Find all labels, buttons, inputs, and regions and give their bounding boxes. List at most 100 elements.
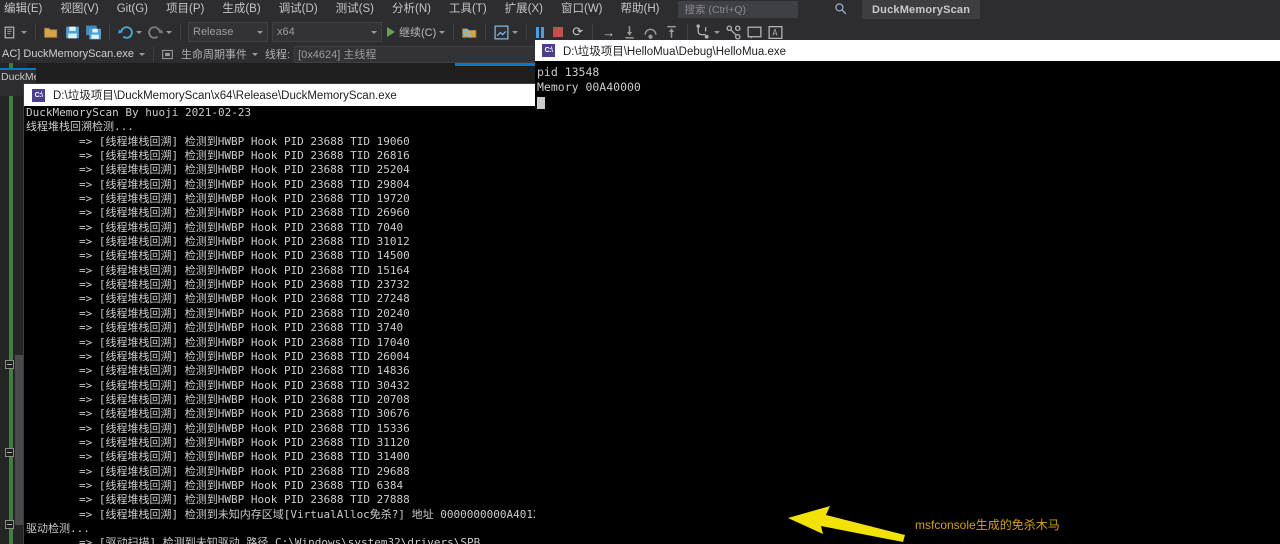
immediate-window-icon[interactable]: A (767, 24, 784, 41)
console-app-icon: C:\ (32, 88, 45, 102)
console-hook-line: => [线程堆栈回溯] 检测到HWBP Hook PID 23688 TID 1… (26, 335, 410, 349)
continue-label: 继续(C) (399, 27, 437, 39)
console-output-line: Memory 00A40000 (537, 80, 641, 94)
show-next-statement-icon[interactable]: → (602, 25, 615, 40)
continue-dropdown-icon[interactable] (439, 30, 446, 34)
lifecycle-dropdown-icon[interactable] (252, 52, 259, 56)
step-into-icon[interactable] (621, 24, 638, 41)
continue-button[interactable]: 继续(C) (387, 24, 436, 40)
console-hook-line: => [线程堆栈回溯] 检测到HWBP Hook PID 23688 TID 2… (26, 278, 410, 292)
redo-icon[interactable] (147, 24, 164, 41)
console-title-text: D:\垃圾项目\DuckMemoryScan\x64\Release\DuckM… (53, 90, 397, 102)
toolbar-separator (35, 24, 36, 40)
lifecycle-events-icon[interactable] (161, 48, 174, 61)
console-section-header: 驱动检测... (26, 521, 90, 535)
toolbar-separator (592, 24, 594, 40)
scrollbar-thumb[interactable] (15, 355, 24, 525)
save-all-icon[interactable] (85, 24, 102, 41)
console-hook-line: => [线程堆栈回溯] 检测到HWBP Hook PID 23688 TID 1… (26, 192, 410, 206)
undo-icon[interactable] (117, 24, 134, 41)
console-app-icon: C:\ (542, 44, 555, 57)
console-hook-line: => [线程堆栈回溯] 检测到HWBP Hook PID 23688 TID 3… (26, 321, 404, 335)
navigate-backward-icon[interactable] (2, 24, 19, 41)
play-icon (387, 27, 395, 37)
menu-item-analyze[interactable]: 分析(N) (383, 0, 440, 19)
debug-process-value[interactable]: AC] DuckMemoryScan.exe (2, 48, 134, 60)
menu-item-build[interactable]: 生成(B) (213, 0, 269, 19)
code-fold-toggle[interactable] (5, 448, 14, 457)
console-hook-line: => [线程堆栈回溯] 检测到HWBP Hook PID 23688 TID 2… (26, 349, 410, 363)
console-header-line: 线程堆栈回溯检测... (26, 120, 134, 134)
console-hook-line: => [线程堆栈回溯] 检测到HWBP Hook PID 23688 TID 2… (26, 177, 410, 191)
menu-item-git[interactable]: Git(G) (108, 0, 157, 19)
stop-debugging-button[interactable] (553, 27, 564, 37)
menu-item-debug[interactable]: 调试(D) (270, 0, 327, 19)
active-tab-underline (455, 63, 540, 66)
solution-tab-title[interactable]: DuckMemoryScan (862, 0, 981, 19)
code-fold-toggle[interactable] (5, 360, 14, 369)
search-icon[interactable] (834, 2, 848, 16)
code-fold-toggle[interactable] (5, 520, 14, 529)
svg-text:A: A (773, 28, 778, 38)
restart-icon[interactable]: ⟳ (572, 24, 583, 40)
menu-item-view[interactable]: 视图(V) (51, 0, 107, 19)
solution-configuration-select[interactable]: Release (188, 22, 268, 42)
console-hook-line: => [线程堆栈回溯] 检测到HWBP Hook PID 23688 TID 3… (26, 450, 410, 464)
editor-tab-label: DuckMemoryS (1, 71, 36, 83)
step-over-icon[interactable] (642, 24, 659, 41)
console-hook-line: => [线程堆栈回溯] 检测到HWBP Hook PID 23688 TID 1… (26, 421, 410, 435)
toolbar-separator (153, 46, 155, 62)
console-output-area[interactable]: DuckMemoryScan By huoji 2021-02-23 线程堆栈回溯… (24, 106, 540, 544)
console-hook-line: => [线程堆栈回溯] 检测到HWBP Hook PID 23688 TID 7… (26, 220, 404, 234)
toolbar-separator (687, 24, 689, 40)
console-hook-line: => [线程堆栈回溯] 检测到HWBP Hook PID 23688 TID 1… (26, 134, 410, 148)
console-hook-line: => [线程堆栈回溯] 检测到HWBP Hook PID 23688 TID 2… (26, 206, 410, 220)
console-hook-line: => [线程堆栈回溯] 检测到HWBP Hook PID 23688 TID 2… (26, 149, 410, 163)
console-hook-line: => [线程堆栈回溯] 检测到HWBP Hook PID 23688 TID 2… (26, 306, 410, 320)
navigate-dropdown-icon[interactable] (21, 30, 27, 34)
open-file-icon[interactable] (43, 24, 60, 41)
console-hook-line: => [线程堆栈回溯] 检测到HWBP Hook PID 23688 TID 6… (26, 478, 404, 492)
toolbar-separator (109, 24, 110, 40)
process-dropdown-icon[interactable] (139, 52, 146, 56)
console-alert-line: => [线程堆栈回溯] 检测到未知内存区域[VirtualAlloc免杀?] 地… (78, 507, 540, 521)
console-hook-line: => [线程堆栈回溯] 检测到HWBP Hook PID 23688 TID 3… (26, 435, 410, 449)
menu-bar: 编辑(E) 视图(V) Git(G) 项目(P) 生成(B) 调试(D) 测试(… (0, 0, 1280, 19)
console-window-duckmemoryscan[interactable]: C:\ D:\垃圾项目\DuckMemoryScan\x64\Release\D… (24, 84, 540, 544)
attach-to-process-icon[interactable] (461, 24, 478, 41)
threads-dropdown-icon[interactable] (714, 30, 721, 34)
break-all-button[interactable] (536, 26, 545, 38)
solution-platform-select[interactable]: x64 (272, 22, 382, 42)
menu-item-window[interactable]: 窗口(W) (552, 0, 612, 19)
menu-item-extensions[interactable]: 扩展(X) (496, 0, 552, 19)
threads-icon[interactable] (695, 23, 712, 41)
console-window-hellomua[interactable]: C:\ D:\垃圾项目\HelloMua\Debug\HelloMua.exe … (535, 40, 1280, 544)
parallel-stacks-icon[interactable] (725, 24, 742, 41)
search-input[interactable]: 搜索 (Ctrl+Q) (678, 1, 799, 18)
console-output-line: pid 13548 (537, 65, 600, 79)
screenshot-icon[interactable] (493, 24, 510, 41)
lifecycle-events-label[interactable]: 生命周期事件 (181, 46, 247, 62)
console-titlebar[interactable]: C:\ D:\垃圾项目\DuckMemoryScan\x64\Release\D… (24, 84, 540, 106)
menu-item-tools[interactable]: 工具(T) (440, 0, 496, 19)
undo-dropdown-icon[interactable] (136, 30, 142, 34)
console-titlebar[interactable]: C:\ D:\垃圾项目\HelloMua\Debug\HelloMua.exe (535, 40, 1280, 61)
console-output-area[interactable]: pid 13548 Memory 00A40000 (535, 61, 1280, 544)
screenshot-dropdown-icon[interactable] (512, 30, 519, 34)
console-header-line: DuckMemoryScan By huoji 2021-02-23 (26, 106, 252, 119)
watch-window-icon[interactable] (746, 24, 763, 41)
console-hook-line: => [线程堆栈回溯] 检测到HWBP Hook PID 23688 TID 2… (26, 493, 410, 507)
save-icon[interactable] (64, 24, 81, 41)
menu-item-test[interactable]: 测试(S) (327, 0, 383, 19)
solution-platform-value: x64 (277, 26, 295, 38)
toolbar-separator (453, 24, 455, 40)
step-out-icon[interactable] (663, 24, 680, 41)
thread-label: 线程: (265, 49, 291, 61)
menu-item-edit[interactable]: 编辑(E) (0, 0, 51, 19)
console-hook-line: => [线程堆栈回溯] 检测到HWBP Hook PID 23688 TID 1… (26, 263, 410, 277)
chevron-down-icon (371, 30, 377, 34)
console-hook-line: => [线程堆栈回溯] 检测到HWBP Hook PID 23688 TID 2… (26, 392, 410, 406)
redo-dropdown-icon[interactable] (166, 30, 172, 34)
menu-item-help[interactable]: 帮助(H) (612, 0, 669, 19)
menu-item-project[interactable]: 项目(P) (157, 0, 213, 19)
